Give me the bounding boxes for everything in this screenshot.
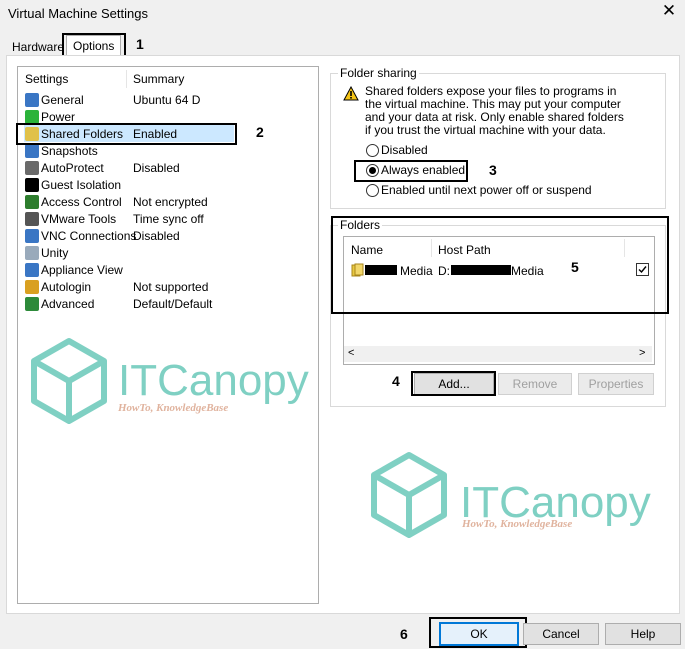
- settings-item-label[interactable]: VMware Tools: [41, 211, 116, 228]
- annotation-3: 3: [489, 162, 497, 178]
- help-button[interactable]: Help: [605, 623, 681, 645]
- summary-column-header: Summary: [133, 72, 185, 86]
- annotation-2: 2: [256, 124, 264, 140]
- settings-item-label[interactable]: Guest Isolation: [41, 177, 121, 194]
- annotation-1: 1: [136, 36, 144, 52]
- properties-button[interactable]: Properties: [578, 373, 654, 395]
- settings-item-label[interactable]: VNC Connections: [41, 228, 136, 245]
- clock-icon: [25, 161, 39, 175]
- settings-item-summary: Time sync off: [133, 212, 204, 226]
- annotation-box-1: [62, 33, 126, 57]
- window-icon: [25, 263, 39, 277]
- column-divider: [126, 70, 127, 88]
- monitor-icon: [25, 93, 39, 107]
- settings-column-header: Settings: [25, 72, 69, 86]
- annotation-box-5: [331, 216, 669, 314]
- settings-item-label[interactable]: Autologin: [41, 279, 91, 296]
- settings-item-summary: Disabled: [133, 161, 180, 175]
- settings-item-summary: Not supported: [133, 280, 209, 294]
- remove-folder-button[interactable]: Remove: [498, 373, 572, 395]
- watermark-brand: ITCanopy: [118, 356, 309, 405]
- tab-hardware[interactable]: Hardware: [8, 39, 68, 56]
- settings-item-label[interactable]: Advanced: [41, 296, 94, 313]
- close-icon[interactable]: ✕: [660, 2, 678, 20]
- watermark-logo-icon: [371, 452, 447, 538]
- settings-item-label[interactable]: Appliance View: [41, 262, 123, 279]
- key-icon: [25, 195, 39, 209]
- watermark-tagline: HowTo, KnowledgeBase: [118, 402, 229, 414]
- annotation-6: 6: [400, 626, 408, 642]
- lock-icon: [25, 178, 39, 192]
- annotation-box-6: [429, 617, 527, 648]
- window-title: Virtual Machine Settings: [8, 6, 148, 21]
- radio-disabled[interactable]: [366, 144, 379, 157]
- settings-item-label[interactable]: Access Control: [41, 194, 122, 211]
- chart-icon: [25, 297, 39, 311]
- scroll-left-arrow[interactable]: <: [348, 347, 354, 359]
- folders-horizontal-scrollbar[interactable]: [344, 346, 652, 362]
- play-icon: [25, 110, 39, 124]
- annotation-box-3: [354, 160, 468, 182]
- annotation-box-4: [411, 371, 496, 396]
- settings-item-label[interactable]: General: [41, 92, 84, 109]
- radio-enabled-until-power-off[interactable]: [366, 184, 379, 197]
- settings-item-summary: Disabled: [133, 229, 180, 243]
- unity-icon: [25, 246, 39, 260]
- folder-sharing-label: Folder sharing: [338, 66, 419, 80]
- annotation-5: 5: [571, 259, 579, 275]
- watermark-tagline: HowTo, KnowledgeBase: [462, 518, 573, 530]
- radio-enabled-until-label: Enabled until next power off or suspend: [381, 183, 592, 197]
- watermark-logo-icon: [31, 338, 107, 424]
- scroll-right-arrow[interactable]: >: [639, 347, 645, 359]
- radio-disabled-label: Disabled: [381, 143, 428, 157]
- warning-icon: [343, 86, 359, 101]
- settings-item-summary: Not encrypted: [133, 195, 208, 209]
- settings-item-summary: Ubuntu 64 D: [133, 93, 201, 107]
- settings-item-label[interactable]: Unity: [41, 245, 68, 262]
- cancel-button[interactable]: Cancel: [523, 623, 599, 645]
- warning-text: Shared folders expose your files to prog…: [365, 84, 624, 137]
- screen-icon: [25, 229, 39, 243]
- snapshot-icon: [25, 144, 39, 158]
- annotation-box-2: [16, 123, 237, 145]
- settings-item-label[interactable]: Snapshots: [41, 143, 98, 160]
- user-key-icon: [25, 280, 39, 294]
- settings-item-label[interactable]: AutoProtect: [41, 160, 104, 177]
- settings-item-summary: Default/Default: [133, 297, 213, 311]
- vm-icon: [25, 212, 39, 226]
- annotation-4: 4: [392, 373, 400, 389]
